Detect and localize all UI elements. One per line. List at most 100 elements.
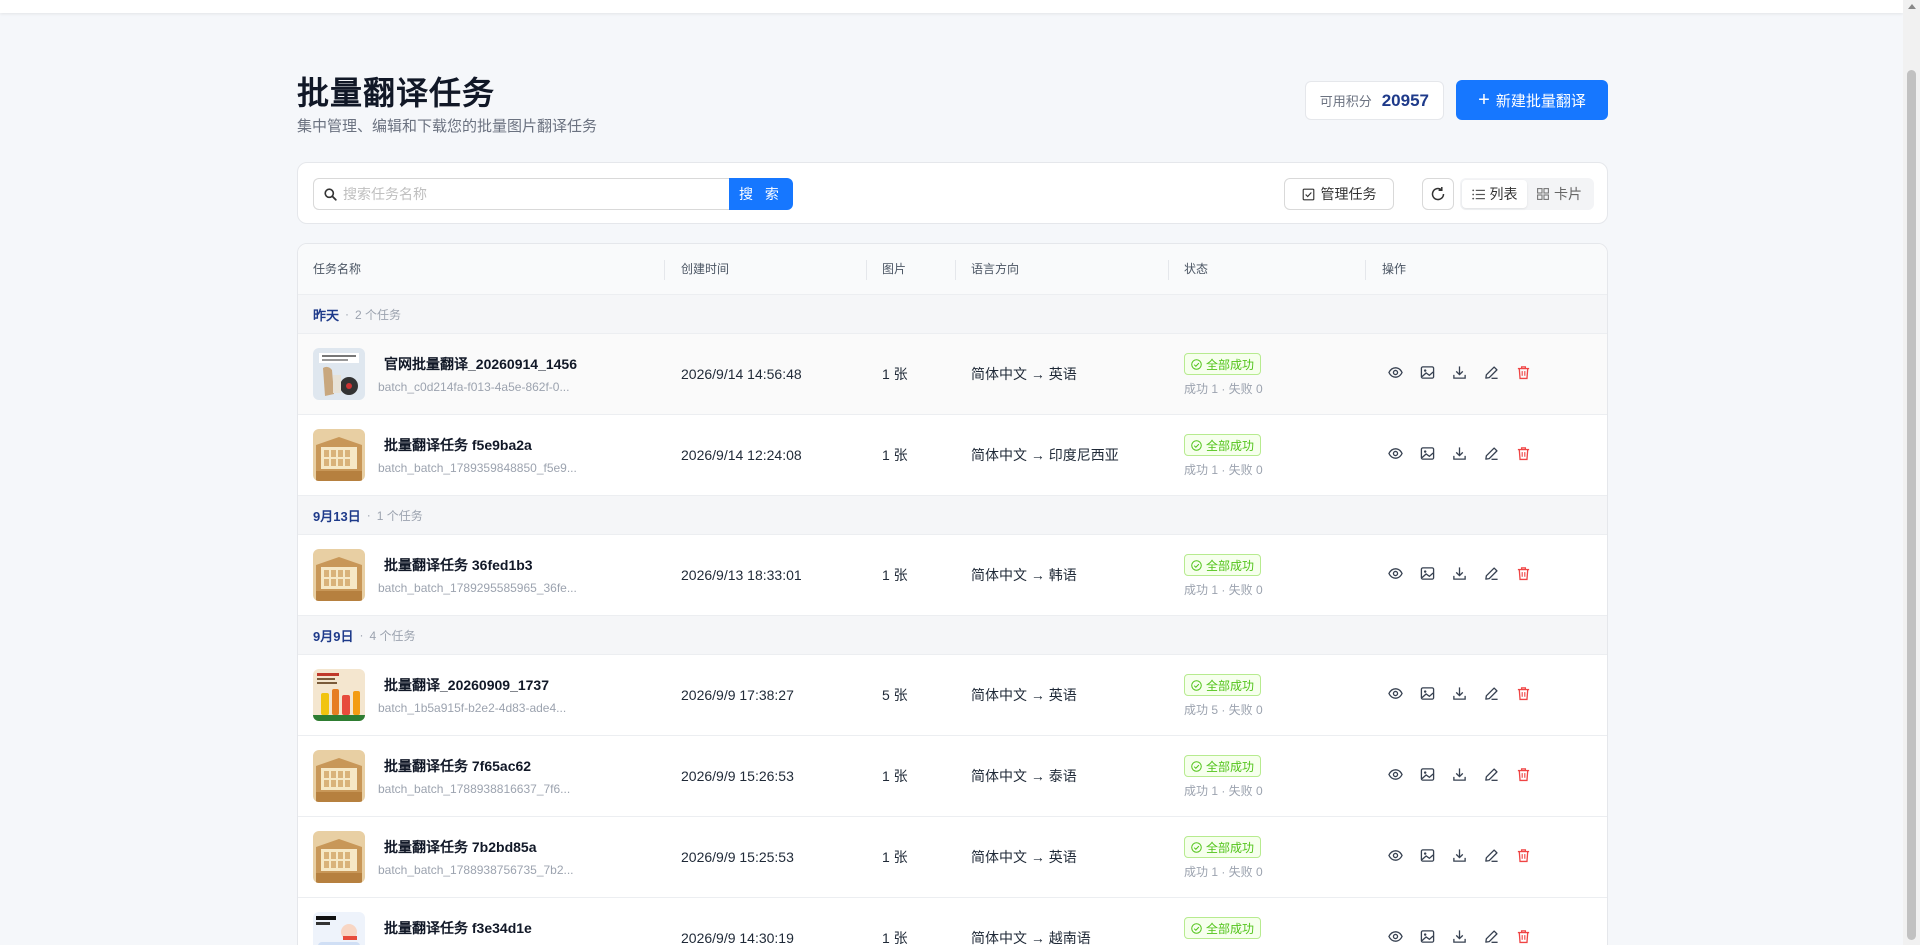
task-id: batch_c0d214fa-f013-4a5e-862f-0... (378, 380, 570, 394)
task-image-count: 1 张 (882, 930, 908, 945)
delete-trash-icon[interactable] (1516, 767, 1531, 782)
separator-dot: · (345, 307, 350, 321)
check-circle-icon (1191, 439, 1202, 451)
images-icon[interactable] (1420, 848, 1435, 863)
manage-tasks-button[interactable]: 管理任务 (1284, 178, 1394, 210)
task-thumbnail[interactable] (313, 348, 365, 400)
images-icon[interactable] (1420, 566, 1435, 581)
task-row[interactable]: 批量翻译任务 7b2bd85a batch_batch_1788938756735… (298, 817, 1607, 898)
column-divider (664, 260, 665, 280)
view-list-option[interactable]: 列表 (1462, 180, 1527, 208)
task-row[interactable]: 批量翻译任务 36fed1b3 batch_batch_1789295585965… (298, 535, 1607, 616)
task-language-direction: 简体中文 → 泰语 (971, 768, 1077, 784)
task-row[interactable]: 官网批量翻译_20260914_1456 batch_c0d214fa-f013-… (298, 334, 1607, 415)
task-thumbnail[interactable] (313, 549, 365, 601)
task-row[interactable]: 批量翻译任务 7f65ac62 batch_batch_1788938816637… (298, 736, 1607, 817)
delete-trash-icon[interactable] (1516, 365, 1531, 380)
edit-icon[interactable] (1484, 365, 1499, 380)
delete-trash-icon[interactable] (1516, 848, 1531, 863)
view-eye-icon[interactable] (1388, 848, 1403, 863)
task-row[interactable]: 批量翻译任务 f5e9ba2a batch_batch_1789359848850… (298, 415, 1607, 496)
task-name[interactable]: 批量翻译_20260909_1737 (384, 675, 549, 695)
task-id: batch_1b5a915f-b2e2-4d83-ade4... (378, 701, 567, 715)
search-input[interactable] (343, 186, 723, 202)
view-card-option[interactable]: 卡片 (1527, 180, 1592, 208)
credits-value: 20957 (1381, 90, 1429, 110)
images-icon[interactable] (1420, 767, 1435, 782)
delete-trash-icon[interactable] (1516, 446, 1531, 461)
view-eye-icon[interactable] (1388, 929, 1403, 944)
task-row[interactable]: 批量翻译_20260909_1737 batch_1b5a915f-b2e2-4d… (298, 655, 1607, 736)
delete-trash-icon[interactable] (1516, 929, 1531, 944)
column-divider (866, 260, 867, 280)
refresh-button[interactable] (1422, 178, 1454, 210)
delete-trash-icon[interactable] (1516, 686, 1531, 701)
view-eye-icon[interactable] (1388, 566, 1403, 581)
new-batch-translation-button[interactable]: + 新建批量翻译 (1456, 80, 1608, 120)
images-icon[interactable] (1420, 446, 1435, 461)
task-language-direction: 简体中文 → 韩语 (971, 567, 1077, 583)
task-thumbnail[interactable] (313, 750, 365, 802)
task-thumbnail[interactable] (313, 912, 365, 945)
task-name[interactable]: 批量翻译任务 f3e34d1e (384, 918, 532, 938)
task-thumbnail[interactable] (313, 669, 365, 721)
task-name[interactable]: 批量翻译任务 7f65ac62 (384, 756, 531, 776)
scrollbar-thumb[interactable] (1907, 70, 1916, 940)
separator-dot: · (366, 508, 371, 522)
status-detail: 成功 1 · 失败 0 (1184, 784, 1263, 798)
task-id: batch_batch_1789359848850_f5e9... (378, 461, 577, 475)
download-icon[interactable] (1452, 446, 1467, 461)
download-icon[interactable] (1452, 566, 1467, 581)
images-icon[interactable] (1420, 686, 1435, 701)
task-image-count: 1 张 (882, 567, 908, 583)
download-icon[interactable] (1452, 929, 1467, 944)
task-language-direction: 简体中文 → 英语 (971, 366, 1077, 382)
check-circle-icon (1191, 922, 1202, 934)
page-scrollbar[interactable] (1903, 0, 1920, 945)
images-icon[interactable] (1420, 365, 1435, 380)
status-detail: 成功 5 · 失败 0 (1184, 703, 1263, 717)
task-created-time: 2026/9/9 14:30:19 (681, 930, 794, 945)
task-image-count: 1 张 (882, 366, 908, 382)
status-label: 全部成功 (1206, 558, 1255, 573)
task-row[interactable]: 批量翻译任务 f3e34d1e 2026/9/9 14:30:19 1 张 简体中文 … (298, 898, 1607, 945)
separator-dot: · (359, 628, 364, 642)
edit-icon[interactable] (1484, 446, 1499, 461)
search-box (313, 178, 731, 210)
edit-icon[interactable] (1484, 848, 1499, 863)
view-eye-icon[interactable] (1388, 686, 1403, 701)
download-icon[interactable] (1452, 365, 1467, 380)
column-divider (1168, 260, 1169, 280)
delete-trash-icon[interactable] (1516, 566, 1531, 581)
search-button[interactable]: 搜 索 (729, 178, 793, 210)
task-name[interactable]: 批量翻译任务 36fed1b3 (384, 555, 533, 575)
task-name[interactable]: 官网批量翻译_20260914_1456 (384, 354, 577, 374)
edit-icon[interactable] (1484, 929, 1499, 944)
view-eye-icon[interactable] (1388, 767, 1403, 782)
manage-tasks-label: 管理任务 (1320, 186, 1377, 202)
edit-icon[interactable] (1484, 566, 1499, 581)
edit-icon[interactable] (1484, 686, 1499, 701)
task-name[interactable]: 批量翻译任务 7b2bd85a (384, 837, 536, 857)
list-icon (1471, 188, 1485, 200)
edit-icon[interactable] (1484, 767, 1499, 782)
date-group-count: 4 个任务 (369, 628, 416, 643)
download-icon[interactable] (1452, 767, 1467, 782)
task-thumbnail[interactable] (313, 429, 365, 481)
task-created-time: 2026/9/13 18:33:01 (681, 567, 802, 583)
row-actions (1388, 566, 1531, 581)
status-badge: 全部成功 (1184, 755, 1262, 777)
view-eye-icon[interactable] (1388, 365, 1403, 380)
task-name[interactable]: 批量翻译任务 f5e9ba2a (384, 435, 532, 455)
task-created-time: 2026/9/9 15:26:53 (681, 768, 794, 784)
images-icon[interactable] (1420, 929, 1435, 944)
download-icon[interactable] (1452, 686, 1467, 701)
date-group-count: 1 个任务 (376, 508, 423, 523)
scroll-up-arrow-icon[interactable] (1908, 4, 1916, 9)
task-table: 任务名称 创建时间 图片 语言方向 状态 操作 昨天 · 2 个任务 官网批量翻译_2… (297, 243, 1608, 945)
task-thumbnail[interactable] (313, 831, 365, 883)
view-eye-icon[interactable] (1388, 446, 1403, 461)
date-group-header: 9月9日 · 4 个任务 (298, 616, 1607, 655)
download-icon[interactable] (1452, 848, 1467, 863)
check-circle-icon (1191, 760, 1202, 772)
